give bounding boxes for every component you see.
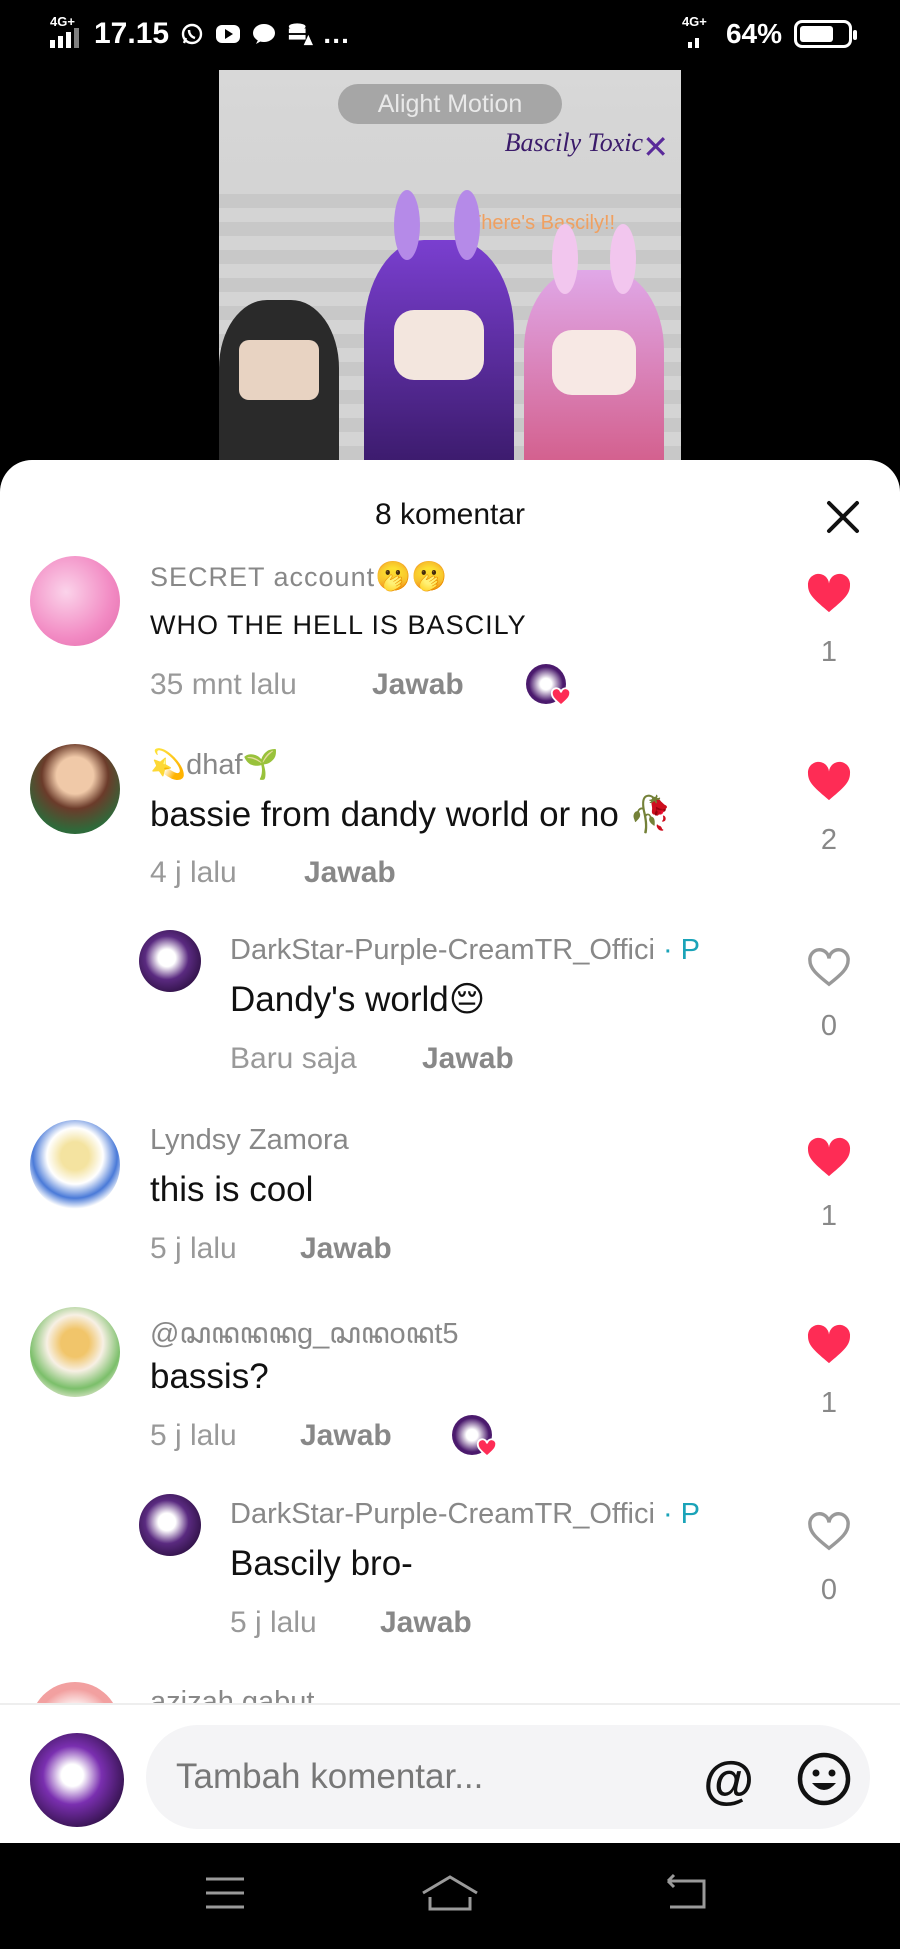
comment-username[interactable]: DarkStar-Purple-CreamTR_Offici — [230, 934, 655, 966]
reply-button[interactable]: Jawab — [372, 668, 464, 702]
video-preview[interactable]: Alight Motion Bascily Toxic ✕ There's Ba… — [219, 70, 681, 470]
menu-icon — [206, 1877, 244, 1909]
close-button[interactable] — [820, 494, 866, 540]
like-count: 1 — [820, 1200, 838, 1232]
comment-text: bassie from dandy world or no 🥀 — [150, 795, 673, 834]
heart-outline-icon — [808, 948, 850, 987]
reply-button[interactable]: Jawab — [422, 1042, 514, 1076]
clock: 17.15 — [94, 17, 170, 50]
avatar[interactable] — [30, 1307, 120, 1397]
like-button[interactable]: 1 — [804, 1323, 854, 1420]
like-count: 2 — [820, 824, 838, 856]
reply-button[interactable]: Jawab — [380, 1606, 472, 1640]
signal-icon-right: 4G+ — [680, 14, 714, 52]
network-type: 4G+ — [50, 14, 75, 29]
comment-item: @ꦱꦤꦤꦤg_ꦱꦤoꦤt5 bassis? 5 j lalu Jawab 1 — [0, 1307, 900, 1458]
status-bar: 4G+ 17.15 … 4G+ 64% — [0, 0, 900, 70]
home-button[interactable] — [420, 1873, 480, 1920]
network-type-right: 4G+ — [681, 14, 707, 29]
creator-tag: · P — [662, 1498, 701, 1530]
heart-filled-icon — [807, 1324, 851, 1364]
avatar[interactable] — [139, 930, 201, 992]
creator-liked-heart-icon — [550, 687, 572, 707]
like-count: 1 — [820, 1387, 838, 1419]
video-x-mark: ✕ — [642, 129, 669, 165]
comment-text: bassis? — [150, 1357, 269, 1396]
like-button[interactable]: 2 — [804, 760, 854, 857]
like-count: 0 — [820, 1574, 838, 1606]
comment-username[interactable]: Lyndsy Zamora — [150, 1124, 349, 1157]
battery-icon — [794, 20, 857, 48]
reply-button[interactable]: Jawab — [300, 1232, 392, 1266]
creator-tag: · P — [662, 934, 701, 966]
like-button[interactable]: 1 — [804, 572, 854, 669]
comment-input[interactable]: Tambah komentar... @ — [146, 1725, 870, 1829]
like-button[interactable]: 0 — [804, 946, 854, 1043]
character-illustration — [219, 300, 339, 470]
system-nav-bar — [0, 1843, 900, 1949]
whatsapp-icon — [179, 21, 205, 47]
comment-text: WHO THE HELL IS BASCILY — [150, 610, 527, 640]
comment-time: 5 j lalu — [230, 1606, 317, 1639]
signal-icon: 4G+ — [48, 14, 84, 52]
creator-liked-heart-icon — [476, 1438, 498, 1458]
back-button[interactable] — [662, 1873, 708, 1918]
smiley-icon — [797, 1752, 851, 1806]
heart-outline-icon — [808, 1512, 850, 1551]
avatar[interactable] — [30, 1120, 120, 1210]
comment-username[interactable]: 💫dhaf🌱 — [150, 748, 279, 782]
comment-time: 35 mnt lalu — [150, 668, 297, 701]
heart-filled-icon — [807, 573, 851, 613]
video-title: Bascily Toxic — [504, 128, 643, 157]
heart-filled-icon — [807, 1137, 851, 1177]
avatar[interactable] — [139, 1494, 201, 1556]
comment-time: Baru saja — [230, 1042, 357, 1075]
close-icon — [827, 501, 859, 533]
comment-input-placeholder: Tambah komentar... — [176, 1757, 484, 1796]
video-caption: There's Bascily!! — [469, 212, 616, 234]
comment-time: 4 j lalu — [150, 856, 237, 889]
comment-count-title: 8 komentar — [374, 498, 526, 531]
reply-button[interactable]: Jawab — [304, 856, 396, 890]
mention-button[interactable]: @ — [703, 1751, 754, 1811]
character-illustration — [364, 190, 514, 470]
back-icon — [666, 1873, 706, 1909]
home-icon — [422, 1875, 478, 1911]
comment-text: Dandy's world😔 — [230, 980, 486, 1019]
stack-warning-icon — [287, 21, 314, 47]
comment-item: 💫dhaf🌱 bassie from dandy world or no 🥀 4… — [0, 744, 900, 894]
menu-button[interactable] — [204, 1873, 246, 1918]
comment-text: Bascily bro- — [230, 1544, 413, 1583]
avatar[interactable] — [30, 744, 120, 834]
my-avatar — [30, 1733, 124, 1827]
username-emoji: 🫢🫢 — [375, 561, 448, 593]
comment-time: 5 j lalu — [150, 1232, 237, 1265]
heart-filled-icon — [807, 761, 851, 801]
reply-button[interactable]: Jawab — [300, 1419, 392, 1453]
comment-text: this is cool — [150, 1170, 314, 1209]
character-illustration — [524, 224, 664, 470]
chat-bubble-icon — [251, 21, 277, 47]
like-button[interactable]: 0 — [804, 1510, 854, 1607]
alight-motion-watermark: Alight Motion — [338, 84, 562, 124]
comment-item: SECRET account🫢🫢 WHO THE HELL IS BASCILY… — [0, 556, 900, 707]
reply-item: DarkStar-Purple-CreamTR_Offici · P Dandy… — [0, 930, 900, 1080]
avatar[interactable] — [30, 556, 120, 646]
like-button[interactable]: 1 — [804, 1136, 854, 1233]
reply-item: DarkStar-Purple-CreamTR_Offici · P Basci… — [0, 1494, 900, 1644]
like-count: 1 — [820, 636, 838, 668]
battery-percent: 64% — [725, 18, 782, 49]
comment-username[interactable]: DarkStar-Purple-CreamTR_Offici — [230, 1498, 655, 1530]
youtube-icon — [215, 21, 241, 47]
comment-input-bar: Tambah komentar... @ — [0, 1703, 900, 1843]
comments-sheet: 8 komentar SECRET account🫢🫢 WHO THE HELL… — [0, 460, 900, 1843]
comment-time: 5 j lalu — [150, 1419, 237, 1452]
comment-item: Lyndsy Zamora this is cool 5 j lalu Jawa… — [0, 1120, 900, 1270]
like-count: 0 — [820, 1010, 838, 1042]
more-dots: … — [322, 18, 351, 49]
emoji-button[interactable] — [796, 1751, 852, 1812]
comment-username[interactable]: SECRET account — [150, 562, 375, 592]
